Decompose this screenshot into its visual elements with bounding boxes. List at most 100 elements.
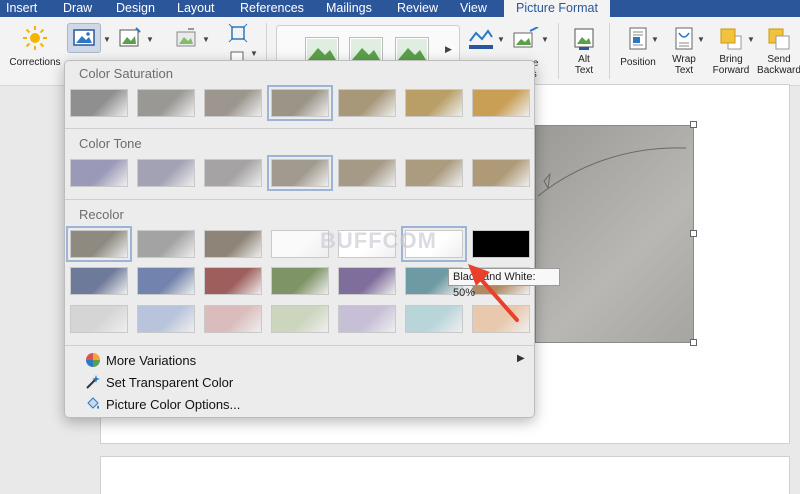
color-swatch[interactable]: [70, 159, 128, 187]
bring-forward-icon: [720, 28, 742, 50]
picture-color-options-label: Picture Color Options...: [106, 396, 241, 412]
color-swatch[interactable]: [137, 305, 195, 333]
magic-wand-icon: [85, 374, 101, 390]
resize-handle[interactable]: [690, 339, 697, 346]
color-swatch[interactable]: [405, 89, 463, 117]
tab-insert[interactable]: Insert: [6, 0, 37, 17]
color-swatch[interactable]: [70, 305, 128, 333]
color-swatch[interactable]: [204, 230, 262, 258]
section-divider: [65, 128, 534, 129]
recolor-heading: Recolor: [79, 207, 124, 222]
color-dropdown-icon[interactable]: ▼: [103, 35, 111, 44]
artistic-dropdown-icon[interactable]: ▼: [146, 35, 154, 44]
color-swatch[interactable]: [267, 85, 333, 121]
color-swatch[interactable]: [405, 305, 463, 333]
color-tone-heading: Color Tone: [79, 136, 142, 151]
transparency-icon: [176, 28, 196, 47]
color-dropdown-panel: Color Saturation Color Tone Recolor More…: [64, 60, 535, 418]
gallery-scroll-right-icon[interactable]: ▶: [445, 44, 452, 55]
color-swatch[interactable]: [137, 230, 195, 258]
send-backward-label-2: Backward: [757, 65, 800, 76]
bring-forward-label-1: Bring: [719, 54, 743, 65]
color-swatch[interactable]: [204, 305, 262, 333]
change-picture-dropdown-icon[interactable]: ▼: [250, 49, 258, 58]
color-swatch[interactable]: [271, 305, 329, 333]
ribbon-separator: [609, 23, 610, 79]
alt-text-label-2: Text: [574, 65, 594, 76]
color-swatch[interactable]: [137, 89, 195, 117]
color-swatch[interactable]: [70, 267, 128, 295]
resize-handle[interactable]: [690, 230, 697, 237]
send-backward-icon: [768, 28, 790, 50]
color-swatch[interactable]: [137, 267, 195, 295]
section-divider: [65, 345, 534, 346]
color-swatch[interactable]: [137, 159, 195, 187]
paint-bucket-icon: [85, 396, 101, 412]
bring-forward-dropdown-icon[interactable]: ▼: [747, 35, 755, 44]
tab-references[interactable]: References: [240, 0, 304, 17]
transparency-dropdown-icon[interactable]: ▼: [202, 35, 210, 44]
color-swatch[interactable]: [338, 267, 396, 295]
color-swatch[interactable]: [472, 159, 530, 187]
color-swatch[interactable]: [338, 305, 396, 333]
tab-layout[interactable]: Layout: [177, 0, 215, 17]
ribbon-tab-bar: Insert Draw Design Layout References Mai…: [0, 0, 800, 18]
color-swatch[interactable]: [66, 226, 132, 262]
picture-color-options-item[interactable]: Picture Color Options...: [85, 394, 240, 414]
ribbon-separator: [558, 23, 559, 79]
color-swatch[interactable]: [204, 89, 262, 117]
picture-color-icon: [73, 29, 95, 46]
color-swatch[interactable]: [472, 89, 530, 117]
color-saturation-heading: Color Saturation: [79, 66, 173, 81]
color-swatch[interactable]: [472, 230, 530, 258]
tab-draw[interactable]: Draw: [63, 0, 92, 17]
tab-design[interactable]: Design: [116, 0, 155, 17]
bring-forward-label-2: Forward: [712, 65, 750, 76]
document-page-next[interactable]: [100, 456, 790, 494]
position-label: Position: [620, 57, 656, 68]
picture-border-icon[interactable]: [468, 27, 494, 51]
section-divider: [65, 199, 534, 200]
resize-handle[interactable]: [690, 121, 697, 128]
color-wheel-icon: [85, 352, 101, 368]
effects-dropdown-icon[interactable]: ▼: [541, 35, 549, 44]
wrap-text-icon: [675, 27, 693, 50]
position-icon: [629, 27, 647, 50]
more-variations-item[interactable]: More Variations: [85, 350, 196, 370]
transparency-button[interactable]: [172, 26, 200, 53]
border-dropdown-icon[interactable]: ▼: [497, 35, 505, 44]
tab-mailings[interactable]: Mailings: [326, 0, 372, 17]
send-backward-label-1: Send: [767, 54, 791, 65]
set-transparent-color-item[interactable]: Set Transparent Color: [85, 372, 233, 392]
artistic-effects-icon: [119, 27, 141, 47]
corrections-button[interactable]: Corrections: [6, 25, 64, 68]
color-swatch[interactable]: [204, 159, 262, 187]
set-transparent-color-label: Set Transparent Color: [106, 374, 234, 390]
picture-effects-icon[interactable]: [512, 26, 540, 51]
artistic-effects-button[interactable]: [116, 26, 144, 53]
alt-text-button[interactable]: Alt Text: [566, 27, 602, 76]
color-swatch[interactable]: [405, 159, 463, 187]
compress-pictures-icon[interactable]: [228, 23, 248, 43]
tab-review[interactable]: Review: [397, 0, 438, 17]
position-button[interactable]: Position: [616, 27, 660, 68]
color-swatch[interactable]: [338, 159, 396, 187]
position-dropdown-icon[interactable]: ▼: [651, 35, 659, 44]
send-backward-button[interactable]: Send Backward: [756, 27, 800, 76]
color-button[interactable]: [67, 23, 101, 53]
wrap-text-label-1: Wrap: [672, 54, 696, 65]
tab-view[interactable]: View: [460, 0, 487, 17]
color-swatch[interactable]: [70, 89, 128, 117]
selected-picture[interactable]: [535, 125, 694, 343]
sun-icon: [23, 26, 47, 50]
color-swatch[interactable]: [271, 267, 329, 295]
color-swatch[interactable]: [338, 89, 396, 117]
sketch-drawing: [537, 147, 687, 197]
tab-picture-format[interactable]: Picture Format: [504, 0, 610, 18]
wrap-dropdown-icon[interactable]: ▼: [697, 35, 705, 44]
annotation-arrow-icon: [468, 264, 519, 322]
bring-forward-button[interactable]: Bring Forward: [710, 27, 752, 76]
color-swatch[interactable]: [267, 155, 333, 191]
wrap-text-label-2: Text: [674, 65, 694, 76]
color-swatch[interactable]: [204, 267, 262, 295]
